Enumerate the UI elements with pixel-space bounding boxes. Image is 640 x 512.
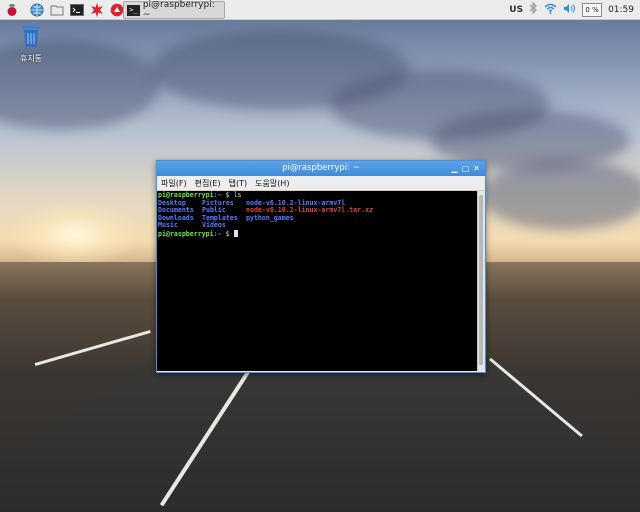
wifi-icon[interactable] [544, 3, 557, 17]
menu-edit[interactable]: 편집(E) [195, 178, 221, 189]
desktop-icon-trash[interactable]: 휴지통 [16, 24, 46, 64]
listing-row: Music Videos [158, 221, 226, 230]
mathematica-icon[interactable] [89, 2, 105, 18]
trash-icon [20, 26, 42, 52]
taskbar-window-terminal[interactable]: >_ pi@raspberrypi: ~ [123, 0, 225, 20]
system-tray: US 0 % 01:59 [509, 0, 640, 19]
raspberry-menu-icon[interactable] [4, 2, 20, 18]
taskbar: >_ pi@raspberrypi: ~ US 0 % 01:59 [0, 0, 640, 20]
window-titlebar[interactable]: pi@raspberrypi: ~ ▁ □ ✕ [157, 161, 485, 176]
keyboard-layout[interactable]: US [509, 5, 523, 15]
window-title: pi@raspberrypi: ~ [282, 163, 360, 173]
scrollbar-thumb[interactable] [479, 195, 483, 365]
scrollbar[interactable] [477, 191, 485, 371]
close-button[interactable]: ✕ [471, 161, 482, 176]
bluetooth-icon[interactable] [529, 1, 538, 17]
minimize-button[interactable]: ▁ [449, 161, 460, 176]
terminal-icon: >_ [127, 4, 140, 16]
current-prompt: pi@raspberrypi:~ $ [158, 229, 478, 238]
volume-icon[interactable] [563, 3, 576, 17]
maximize-button[interactable]: □ [460, 161, 471, 176]
file-manager-icon[interactable] [49, 2, 65, 18]
web-browser-icon[interactable] [29, 2, 45, 18]
terminal-output[interactable]: pi@raspberrypi:~ $ ls Desktop Pictures nod… [157, 191, 478, 371]
cpu-usage-monitor[interactable]: 0 % [582, 2, 603, 17]
menu-bar: 파일(F) 편집(E) 탭(T) 도움말(H) [157, 176, 485, 191]
menu-help[interactable]: 도움말(H) [255, 178, 289, 189]
terminal-window: pi@raspberrypi: ~ ▁ □ ✕ 파일(F) 편집(E) 탭(T)… [156, 160, 486, 373]
clock[interactable]: 01:59 [608, 5, 634, 15]
menu-file[interactable]: 파일(F) [161, 178, 187, 189]
terminal-icon[interactable] [69, 2, 85, 18]
taskbar-window-label: pi@raspberrypi: ~ [142, 0, 215, 20]
trash-label: 휴지통 [19, 54, 43, 63]
text-cursor [233, 229, 238, 237]
menu-tabs[interactable]: 탭(T) [229, 178, 248, 189]
